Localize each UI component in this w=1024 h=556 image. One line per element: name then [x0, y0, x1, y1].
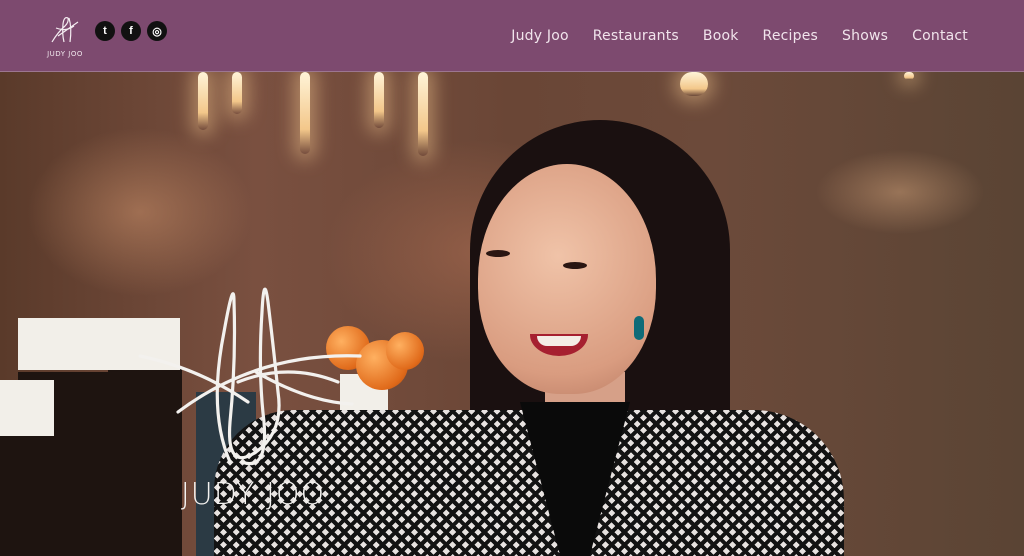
- hanging-bulb: [418, 72, 428, 156]
- nav-judy-joo[interactable]: Judy Joo: [511, 28, 568, 44]
- top-navbar: JUDY JOO t f ◎ Judy Joo Restaurants Book…: [0, 0, 1024, 72]
- hanging-bulb: [904, 72, 914, 80]
- hero-logo-text: JUDY JOO: [180, 477, 326, 512]
- hero-photo: JUDY JOO: [0, 72, 1024, 556]
- person-eye: [486, 250, 510, 257]
- nav-contact[interactable]: Contact: [912, 28, 968, 44]
- white-cup-stack: [18, 318, 108, 370]
- site-logo[interactable]: JUDY JOO: [44, 14, 86, 58]
- hanging-bulb: [680, 72, 708, 96]
- person-teeth: [537, 336, 581, 346]
- nav-shows[interactable]: Shows: [842, 28, 888, 44]
- earring: [634, 316, 644, 340]
- hero-signature-icon: [138, 287, 362, 466]
- logo-signature-icon: [51, 17, 79, 43]
- hero-logo: JUDY JOO: [138, 272, 368, 512]
- person-eye: [563, 262, 587, 269]
- nav-recipes[interactable]: Recipes: [763, 28, 819, 44]
- nav-restaurants[interactable]: Restaurants: [593, 28, 679, 44]
- person-face: [478, 164, 656, 394]
- hanging-bulb: [374, 72, 384, 128]
- hanging-bulb: [300, 72, 310, 154]
- twitter-icon[interactable]: t: [95, 21, 115, 41]
- hanging-bulb: [198, 72, 208, 130]
- hanging-bulb: [232, 72, 242, 114]
- facebook-icon[interactable]: f: [121, 21, 141, 41]
- white-cup-stack: [0, 380, 54, 436]
- main-nav: Judy Joo Restaurants Book Recipes Shows …: [511, 0, 968, 72]
- dark-cup: [0, 434, 56, 556]
- orange-fruit: [386, 332, 424, 370]
- logo-text: JUDY JOO: [47, 50, 83, 58]
- nav-book[interactable]: Book: [703, 28, 739, 44]
- social-links: t f ◎: [95, 21, 167, 41]
- instagram-icon[interactable]: ◎: [147, 21, 167, 41]
